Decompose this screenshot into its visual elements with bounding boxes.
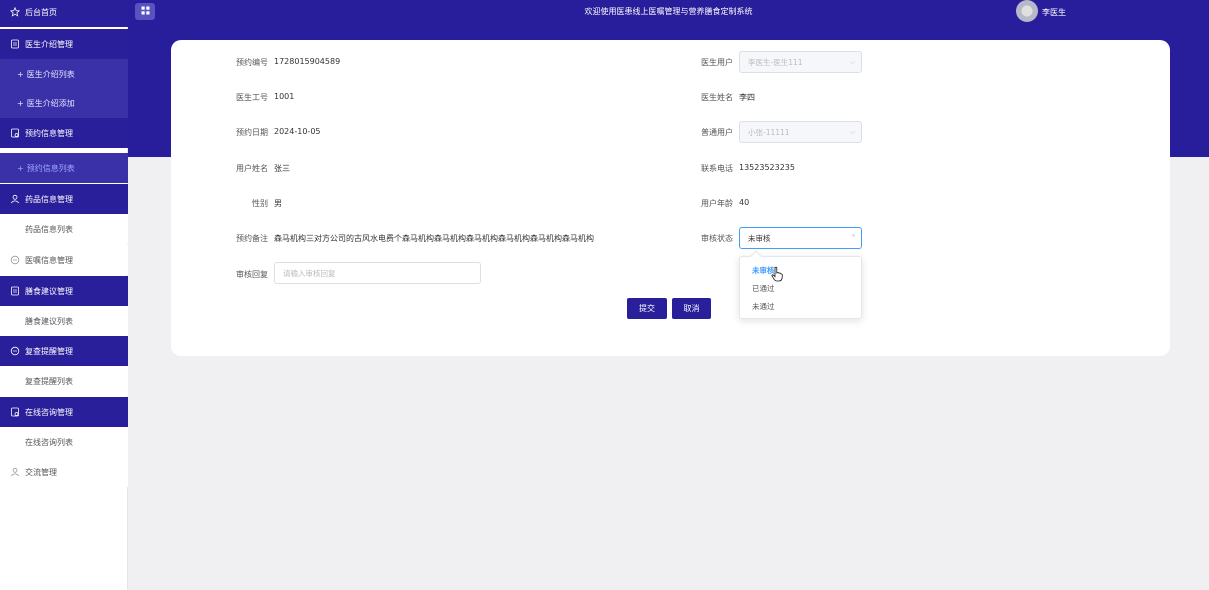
current-user-name[interactable]: 李医生 xyxy=(1042,7,1066,18)
chat-icon xyxy=(9,346,20,357)
gender-value: 男 xyxy=(274,199,282,208)
sidebar-item-label: 医生介绍管理 xyxy=(25,39,73,49)
appt-date-value: 2024-10-05 xyxy=(274,127,321,136)
sidebar-item-doctor-intro-add[interactable]: + 医生介绍添加 xyxy=(0,88,128,118)
sidebar-item-drug-mgmt[interactable]: 药品信息管理 xyxy=(0,184,128,214)
sidebar-item-label: 在线咨询列表 xyxy=(25,437,73,447)
user-icon xyxy=(9,467,20,478)
sidebar-item-appointment-list[interactable]: + 预约信息列表 xyxy=(0,153,128,183)
sidebar-item-label: 膳食建议列表 xyxy=(25,316,73,326)
sidebar-item-exchange-mgmt[interactable]: 交流管理 xyxy=(0,457,128,487)
chevron-up-icon: ⌝ xyxy=(851,234,855,242)
sidebar: 后台首页 医生介绍管理 + 医生介绍列表 + 医生介绍添加 预约信息管理 + 预… xyxy=(0,0,128,590)
review-reply-label: 审核回复 xyxy=(236,270,268,279)
sidebar-item-diet-mgmt[interactable]: 膳食建议管理 xyxy=(0,276,128,306)
sidebar-item-doctor-intro-mgmt[interactable]: 医生介绍管理 xyxy=(0,29,128,59)
sidebar-item-consult-list[interactable]: 在线咨询列表 xyxy=(0,427,128,457)
sidebar-item-label: 在线咨询管理 xyxy=(25,407,73,417)
doctor-user-label: 医生用户 xyxy=(701,58,733,67)
plus-icon: + xyxy=(17,69,24,79)
sidebar-item-label: 预约信息列表 xyxy=(26,163,75,173)
age-value: 40 xyxy=(739,198,750,207)
sidebar-item-recheck-list[interactable]: 复查提醒列表 xyxy=(0,366,128,396)
age-label: 用户年龄 xyxy=(701,199,733,208)
plus-icon: + xyxy=(17,98,24,108)
review-reply-input[interactable]: 请输入审核回复 xyxy=(274,262,481,284)
chevron-down-icon: ⌵ xyxy=(849,58,855,66)
review-status-dropdown: 未审核 已通过 未通过 xyxy=(739,250,862,319)
sidebar-item-diet-list[interactable]: 膳食建议列表 xyxy=(0,306,128,336)
doctor-id-value: 1001 xyxy=(274,92,295,101)
doctor-user-value: 李医生-医生111 xyxy=(748,57,803,67)
calendar-icon xyxy=(9,407,20,418)
sidebar-item-label: 预约信息管理 xyxy=(25,128,73,138)
doctor-name-value: 李四 xyxy=(739,93,755,102)
chat-icon xyxy=(9,255,20,266)
normal-user-label: 普通用户 xyxy=(701,128,733,137)
user-name-value: 张三 xyxy=(274,164,290,173)
doctor-name-label: 医生姓名 xyxy=(701,93,733,102)
sidebar-item-label: 复查提醒管理 xyxy=(25,346,73,356)
review-status-label: 审核状态 xyxy=(701,234,733,243)
sidebar-item-label: 医嘱信息管理 xyxy=(25,255,73,265)
star-icon xyxy=(9,7,20,18)
sidebar-item-label: 医生介绍添加 xyxy=(26,98,75,108)
sidebar-item-label: 医生介绍列表 xyxy=(26,69,75,79)
user-icon xyxy=(9,194,20,205)
remark-value: 森马机构三对方公司的古风水电费个森马机构森马机构森马机构森马机构森马机构森马机构 xyxy=(274,234,594,243)
sidebar-item-label: 膳食建议管理 xyxy=(25,286,73,296)
gender-label: 性别 xyxy=(252,199,268,208)
phone-value: 13523523235 xyxy=(739,163,795,172)
doctor-id-label: 医生工号 xyxy=(236,93,268,102)
sidebar-item-home[interactable]: 后台首页 xyxy=(0,0,128,27)
appt-no-value: 1728015904589 xyxy=(274,57,341,66)
appt-no-label: 预约编号 xyxy=(236,58,268,67)
chevron-down-icon: ⌵ xyxy=(849,128,855,136)
document-icon xyxy=(9,39,20,50)
sidebar-item-recheck-mgmt[interactable]: 复查提醒管理 xyxy=(0,336,128,366)
sidebar-item-appointment-mgmt[interactable]: 预约信息管理 xyxy=(0,118,128,148)
dropdown-option-rejected[interactable]: 未通过 xyxy=(752,301,775,312)
review-reply-placeholder: 请输入审核回复 xyxy=(283,268,336,278)
sidebar-item-label: 后台首页 xyxy=(25,7,57,17)
submit-button[interactable]: 提交 xyxy=(627,298,667,319)
dropdown-option-approved[interactable]: 已通过 xyxy=(752,283,775,294)
plus-icon: + xyxy=(17,163,24,173)
sidebar-item-label: 交流管理 xyxy=(25,467,57,477)
normal-user-value: 小张-11111 xyxy=(748,127,790,137)
document-icon xyxy=(9,286,20,297)
sidebar-item-drug-list[interactable]: 药品信息列表 xyxy=(0,214,128,244)
sidebar-item-consult-mgmt[interactable]: 在线咨询管理 xyxy=(0,397,128,427)
remark-label: 预约备注 xyxy=(236,234,268,243)
sidebar-item-label: 药品信息列表 xyxy=(25,224,73,234)
normal-user-select[interactable]: 小张-11111 ⌵ xyxy=(739,121,862,143)
phone-label: 联系电话 xyxy=(701,164,733,173)
sidebar-item-label: 复查提醒列表 xyxy=(25,376,73,386)
avatar[interactable] xyxy=(1016,0,1038,22)
sidebar-item-order-mgmt[interactable]: 医嘱信息管理 xyxy=(0,245,128,275)
appointment-form-card xyxy=(171,40,1170,356)
calendar-icon xyxy=(9,128,20,139)
review-status-select[interactable]: 未审核 ⌝ xyxy=(739,227,862,249)
user-name-label: 用户姓名 xyxy=(236,164,268,173)
hand-cursor-icon xyxy=(771,266,783,282)
appt-date-label: 预约日期 xyxy=(236,128,268,137)
sidebar-item-doctor-intro-list[interactable]: + 医生介绍列表 xyxy=(0,59,128,89)
review-status-value: 未审核 xyxy=(748,233,771,243)
doctor-user-select[interactable]: 李医生-医生111 ⌵ xyxy=(739,51,862,73)
sidebar-item-label: 药品信息管理 xyxy=(25,194,73,204)
cancel-button[interactable]: 取消 xyxy=(672,298,711,319)
